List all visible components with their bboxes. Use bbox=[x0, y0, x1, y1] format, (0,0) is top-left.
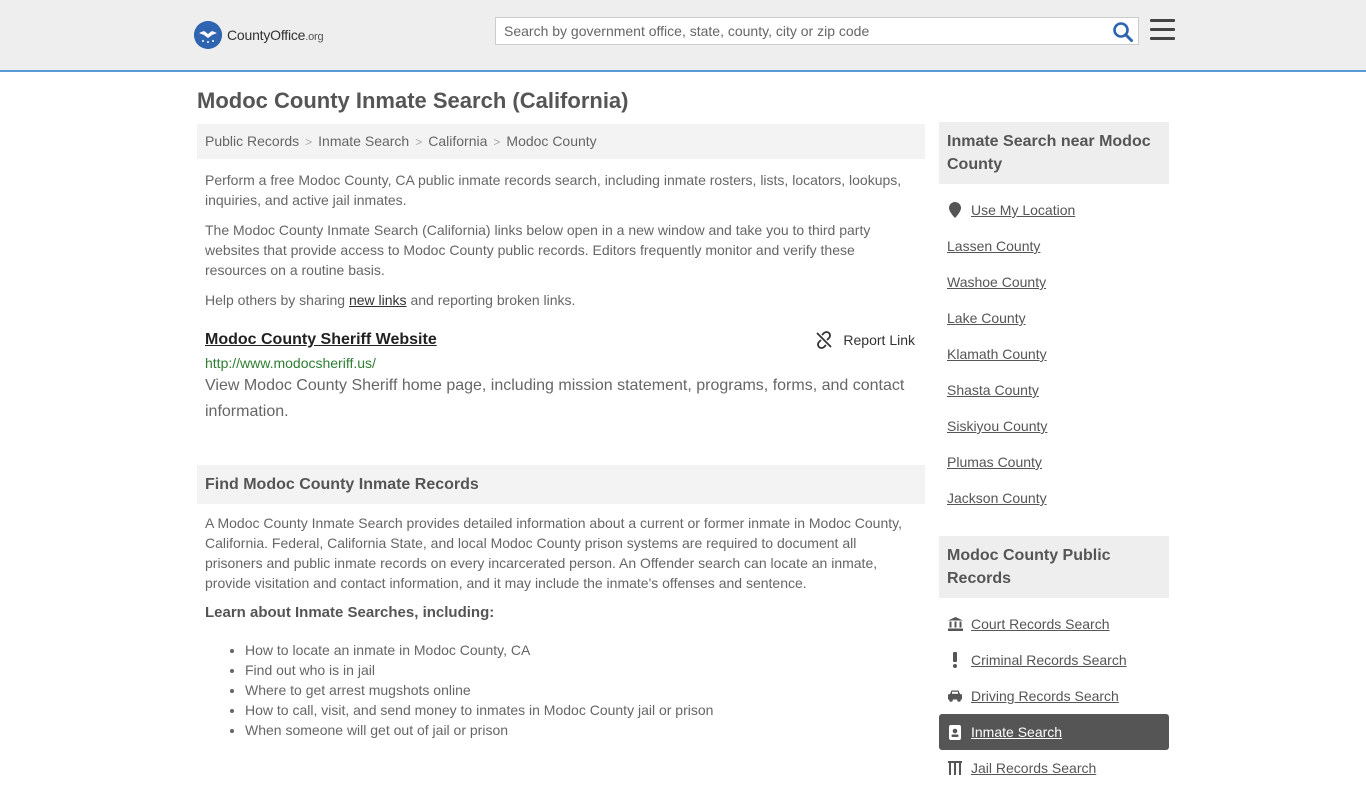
search-input[interactable] bbox=[496, 18, 1112, 44]
use-my-location-link[interactable]: Use My Location bbox=[971, 192, 1075, 228]
driving-records-link[interactable]: Driving Records Search bbox=[971, 678, 1119, 714]
broken-link-icon bbox=[816, 331, 833, 349]
sidebar-item-inmate-search[interactable]: Inmate Search bbox=[939, 714, 1169, 750]
criminal-records-link[interactable]: Criminal Records Search bbox=[971, 642, 1127, 678]
report-link-label: Report Link bbox=[843, 332, 915, 348]
sidebar: Inmate Search near Modoc County Use My L… bbox=[939, 122, 1169, 786]
county-link[interactable]: Washoe County bbox=[947, 264, 1046, 300]
list-item: Where to get arrest mugshots online bbox=[245, 680, 925, 700]
breadcrumb: Public Records > Inmate Search > California >… bbox=[197, 124, 925, 159]
use-my-location-item[interactable]: Use My Location bbox=[939, 192, 1169, 228]
search-box bbox=[495, 17, 1139, 45]
map-pin-icon bbox=[947, 202, 963, 218]
county-link[interactable]: Jackson County bbox=[947, 480, 1047, 516]
learn-subheading: Learn about Inmate Searches, including: bbox=[205, 604, 495, 621]
intro-paragraph-1: Perform a free Modoc County, CA public i… bbox=[205, 172, 902, 208]
public-records-heading: Modoc County Public Records bbox=[939, 536, 1169, 598]
county-link[interactable]: Klamath County bbox=[947, 336, 1047, 372]
resource-link-item: Modoc County Sheriff Website Report Link… bbox=[197, 331, 925, 425]
breadcrumb-modoc-county: Modoc County bbox=[506, 133, 597, 149]
county-link[interactable]: Siskiyou County bbox=[947, 408, 1047, 444]
sidebar-item-lake[interactable]: Lake County bbox=[939, 300, 1169, 336]
sidebar-item-washoe[interactable]: Washoe County bbox=[939, 264, 1169, 300]
intro-text-after: and reporting broken links. bbox=[406, 292, 576, 308]
logo-name: CountyOffice bbox=[227, 27, 306, 43]
breadcrumb-california[interactable]: California bbox=[428, 133, 487, 149]
county-link[interactable]: Lassen County bbox=[947, 228, 1040, 264]
breadcrumb-inmate-search[interactable]: Inmate Search bbox=[318, 133, 409, 149]
sidebar-item-jail-records[interactable]: Jail Records Search bbox=[939, 750, 1169, 786]
logo-seal-icon bbox=[194, 21, 222, 49]
sidebar-item-jackson[interactable]: Jackson County bbox=[939, 480, 1169, 516]
find-records-heading: Find Modoc County Inmate Records bbox=[197, 465, 925, 504]
public-records-list: Court Records Search Criminal Records Se… bbox=[939, 606, 1169, 786]
resource-description: View Modoc County Sheriff home page, inc… bbox=[205, 377, 905, 420]
hamburger-menu-icon[interactable] bbox=[1150, 19, 1175, 41]
resource-url: http://www.modocsheriff.us/ bbox=[205, 355, 376, 371]
sidebar-item-shasta[interactable]: Shasta County bbox=[939, 372, 1169, 408]
logo-suffix: .org bbox=[305, 31, 324, 43]
id-badge-icon bbox=[947, 724, 963, 740]
near-county-list: Use My Location Lassen County Washoe Cou… bbox=[939, 192, 1169, 516]
new-links-link[interactable]: new links bbox=[349, 292, 407, 308]
sidebar-item-court-records[interactable]: Court Records Search bbox=[939, 606, 1169, 642]
sidebar-item-lassen[interactable]: Lassen County bbox=[939, 228, 1169, 264]
sidebar-item-plumas[interactable]: Plumas County bbox=[939, 444, 1169, 480]
report-link-button[interactable]: Report Link bbox=[815, 331, 915, 349]
sheriff-website-link[interactable]: Modoc County Sheriff Website bbox=[205, 331, 437, 348]
car-icon bbox=[947, 690, 963, 702]
court-records-link[interactable]: Court Records Search bbox=[971, 606, 1110, 642]
main-content: Public Records > Inmate Search > California >… bbox=[197, 124, 925, 740]
site-logo[interactable]: CountyOffice.org bbox=[194, 20, 324, 50]
site-header: CountyOffice.org bbox=[0, 0, 1366, 72]
intro-paragraph-3: Help others by sharing new links and rep… bbox=[197, 290, 925, 310]
inmate-search-link[interactable]: Inmate Search bbox=[971, 714, 1062, 750]
sidebar-item-criminal-records[interactable]: Criminal Records Search bbox=[939, 642, 1169, 678]
intro-paragraph-2: The Modoc County Inmate Search (Californ… bbox=[205, 222, 871, 278]
jail-records-link[interactable]: Jail Records Search bbox=[971, 750, 1096, 786]
breadcrumb-separator-icon: > bbox=[493, 135, 501, 149]
list-item: How to call, visit, and send money to in… bbox=[245, 700, 925, 720]
sidebar-item-siskiyou[interactable]: Siskiyou County bbox=[939, 408, 1169, 444]
intro-text-before: Help others by sharing bbox=[205, 292, 349, 308]
sidebar-item-klamath[interactable]: Klamath County bbox=[939, 336, 1169, 372]
learn-bullet-list: How to locate an inmate in Modoc County,… bbox=[197, 640, 925, 740]
find-records-body: A Modoc County Inmate Search provides de… bbox=[205, 515, 902, 591]
exclamation-icon bbox=[947, 652, 963, 668]
search-icon[interactable] bbox=[1112, 21, 1134, 43]
sidebar-item-driving-records[interactable]: Driving Records Search bbox=[939, 678, 1169, 714]
jail-icon bbox=[947, 761, 963, 775]
courthouse-icon bbox=[947, 617, 963, 631]
near-heading: Inmate Search near Modoc County bbox=[939, 122, 1169, 184]
list-item: Find out who is in jail bbox=[245, 660, 925, 680]
logo-text: CountyOffice.org bbox=[227, 27, 324, 43]
page-title: Modoc County Inmate Search (California) bbox=[197, 88, 629, 113]
county-link[interactable]: Plumas County bbox=[947, 444, 1042, 480]
breadcrumb-public-records[interactable]: Public Records bbox=[205, 133, 299, 149]
list-item: How to locate an inmate in Modoc County,… bbox=[245, 640, 925, 660]
county-link[interactable]: Lake County bbox=[947, 300, 1026, 336]
breadcrumb-separator-icon: > bbox=[415, 135, 423, 149]
list-item: When someone will get out of jail or pri… bbox=[245, 720, 925, 740]
breadcrumb-separator-icon: > bbox=[305, 135, 313, 149]
county-link[interactable]: Shasta County bbox=[947, 372, 1039, 408]
